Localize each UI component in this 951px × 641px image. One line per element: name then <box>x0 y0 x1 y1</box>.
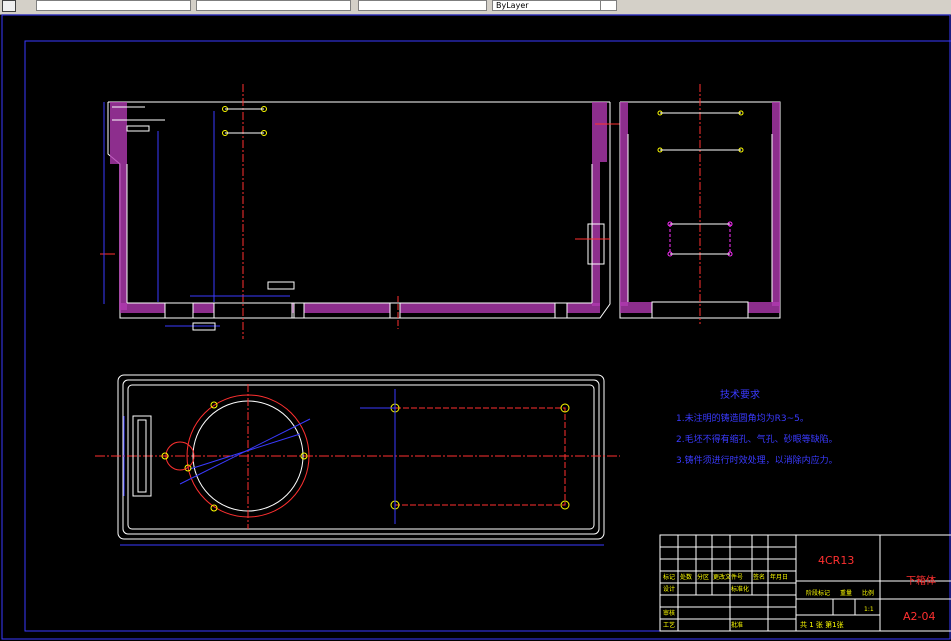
tb-label-standard: 标准化 <box>731 585 749 593</box>
tb-label-design: 设计 <box>663 585 675 593</box>
tech-item-2: 2.毛坯不得有缩孔、气孔、砂眼等缺陷。 <box>676 433 838 445</box>
side-section-view <box>619 84 781 324</box>
tb-label-zone: 分区 <box>697 573 709 581</box>
plotstyle-dropdown[interactable] <box>600 0 617 11</box>
layer-dropdown[interactable] <box>36 0 191 11</box>
drawing-number-text: A2-04 <box>903 610 936 623</box>
app-menu-icon[interactable] <box>2 0 16 12</box>
tb-label-count: 处数 <box>680 573 692 581</box>
part-name-text: 下箱体 <box>906 574 936 587</box>
tb-label-date: 年月日 <box>770 573 788 581</box>
tech-item-3: 3.铸件须进行时效处理，以消除内应力。 <box>676 454 838 466</box>
color-dropdown[interactable] <box>196 0 351 11</box>
tb-label-mark: 标记 <box>663 573 675 581</box>
tb-label-sign: 签名 <box>753 573 765 581</box>
tb-label-review: 审核 <box>663 609 675 617</box>
technical-requirements: 技术要求 1.未注明的铸造圆角均为R3~5。 2.毛坯不得有缩孔、气孔、砂眼等缺… <box>676 388 838 466</box>
material-text: 4CR13 <box>818 554 854 567</box>
tech-title: 技术要求 <box>720 388 760 401</box>
linetype-dropdown[interactable] <box>358 0 487 11</box>
top-view <box>95 374 620 546</box>
tb-label-weight: 重量 <box>840 589 852 597</box>
lineweight-dropdown[interactable]: ByLayer <box>492 0 601 11</box>
front-section-view <box>100 84 620 339</box>
tb-sheet-count: 共 1 张 第1张 <box>800 620 844 629</box>
cad-toolbar: ByLayer <box>0 0 951 15</box>
drawing-canvas[interactable]: 技术要求 1.未注明的铸造圆角均为R3~5。 2.毛坯不得有缩孔、气孔、砂眼等缺… <box>0 14 951 641</box>
tb-label-change: 更改文件号 <box>713 573 743 581</box>
tb-label-approve: 批准 <box>731 621 743 629</box>
tech-item-1: 1.未注明的铸造圆角均为R3~5。 <box>676 412 809 424</box>
tb-scale-value: 1:1 <box>864 606 874 613</box>
tb-label-scale: 比例 <box>862 589 874 597</box>
tb-label-process: 工艺 <box>663 621 675 629</box>
drawing-frame <box>24 40 951 632</box>
tb-label-stage: 阶段标记 <box>806 589 830 597</box>
